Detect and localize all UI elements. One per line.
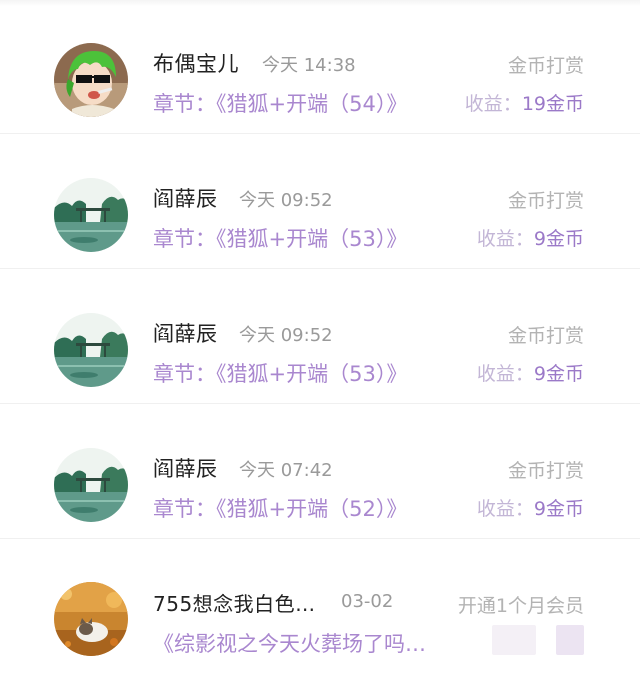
record-type: 金币打赏 (507, 325, 584, 347)
earning-value: 9金币 (533, 228, 584, 250)
landscape-avatar-icon (54, 448, 128, 522)
earning-label: 收益： (476, 228, 534, 250)
user-name[interactable]: 755想念我白色… (153, 588, 316, 617)
earning: 收益：9金币 (477, 359, 584, 386)
avatar[interactable] (54, 582, 128, 656)
anime-avatar-icon (54, 43, 128, 117)
earning-label: 收益： (476, 363, 534, 385)
chapter-link[interactable]: 《综影视之今天火葬场了吗… (153, 628, 426, 658)
record-row[interactable]: 阎薛辰 今天 09:52 金币打赏 章节：《猎狐+开端（53）》 收益：9金币 (0, 270, 640, 404)
row-divider (0, 538, 640, 539)
earning: 收益：9金币 (477, 494, 584, 521)
record-row[interactable]: 阎薛辰 今天 07:42 金币打赏 章节：《猎狐+开端（52）》 收益：9金币 (0, 405, 640, 539)
row-divider (0, 268, 640, 269)
earning: 收益：9金币 (477, 224, 584, 251)
user-name[interactable]: 阎薛辰 (153, 183, 218, 213)
chapter-link[interactable]: 章节：《猎狐+开端（53）》 (153, 223, 407, 253)
income-record-list: 布偶宝儿 今天 14:38 金币打赏 章节：《猎狐+开端（54）》 收益：19金… (0, 0, 640, 670)
earning: 收益：19金币 (465, 89, 584, 116)
faded-redacted-area (492, 625, 592, 655)
user-name[interactable]: 阎薛辰 (153, 453, 218, 483)
record-type: 金币打赏 (507, 55, 584, 77)
avatar[interactable] (54, 43, 128, 117)
row-divider (0, 133, 640, 134)
record-type: 金币打赏 (507, 460, 584, 482)
record-type: 开通1个月会员 (457, 595, 584, 617)
timestamp: 今天 09:52 (239, 325, 333, 346)
cat-autumn-avatar-icon (54, 582, 128, 656)
earning-label: 收益： (464, 93, 522, 115)
landscape-avatar-icon (54, 313, 128, 387)
earning-value: 19金币 (521, 93, 584, 115)
user-name[interactable]: 布偶宝儿 (153, 48, 239, 78)
chapter-link[interactable]: 章节：《猎狐+开端（54）》 (153, 88, 407, 118)
avatar[interactable] (54, 448, 128, 522)
earning-value: 9金币 (533, 498, 584, 520)
user-name[interactable]: 阎薛辰 (153, 318, 218, 348)
earning-label: 收益： (476, 498, 534, 520)
chapter-link[interactable]: 章节：《猎狐+开端（53）》 (153, 358, 407, 388)
timestamp: 今天 14:38 (262, 55, 356, 76)
record-type: 金币打赏 (507, 190, 584, 212)
timestamp: 今天 07:42 (239, 460, 333, 481)
avatar[interactable] (54, 178, 128, 252)
chapter-link[interactable]: 章节：《猎狐+开端（52）》 (153, 493, 407, 523)
record-row[interactable]: 布偶宝儿 今天 14:38 金币打赏 章节：《猎狐+开端（54）》 收益：19金… (0, 0, 640, 134)
timestamp: 今天 09:52 (239, 190, 333, 211)
timestamp: 03-02 (341, 591, 394, 612)
earning-value: 9金币 (533, 363, 584, 385)
row-divider (0, 403, 640, 404)
record-row[interactable]: 阎薛辰 今天 09:52 金币打赏 章节：《猎狐+开端（53）》 收益：9金币 (0, 135, 640, 269)
landscape-avatar-icon (54, 178, 128, 252)
avatar[interactable] (54, 313, 128, 387)
